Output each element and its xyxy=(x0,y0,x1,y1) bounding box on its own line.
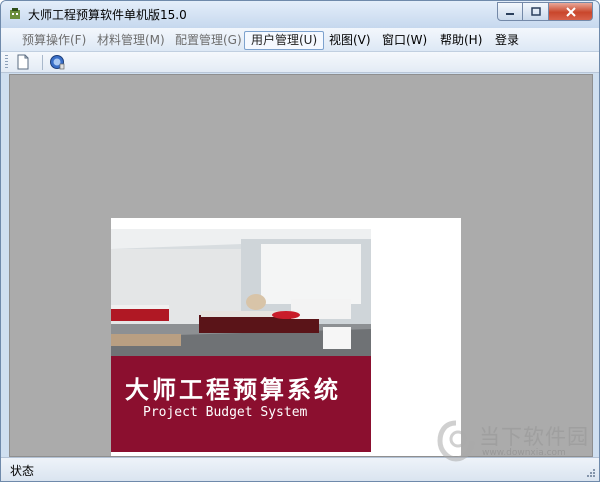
help-about-icon[interactable] xyxy=(49,54,65,70)
new-document-icon[interactable] xyxy=(15,54,31,70)
menu-user-management[interactable]: 用户管理(U) xyxy=(244,31,325,50)
status-text: 状态 xyxy=(10,464,35,478)
minimize-button[interactable] xyxy=(497,2,523,21)
title-bar[interactable]: 大师工程预算软件单机版15.0 xyxy=(1,1,599,28)
splash-panel: 大师工程预算系统 Project Budget System xyxy=(111,218,461,456)
menu-window[interactable]: 窗口(W) xyxy=(375,31,434,50)
minimize-icon xyxy=(506,12,514,15)
splash-banner: 大师工程预算系统 Project Budget System xyxy=(111,356,371,452)
toolbar-separator xyxy=(42,55,43,70)
toolbar-grip[interactable] xyxy=(5,55,8,70)
maximize-icon xyxy=(530,7,541,16)
menu-help[interactable]: 帮助(H) xyxy=(433,31,489,50)
app-icon xyxy=(10,8,20,19)
menu-material-management[interactable]: 材料管理(M) xyxy=(90,31,172,50)
main-window: 大师工程预算软件单机版15.0 预算操作(F) 材料管理(M) 配置管理(G) … xyxy=(0,0,600,482)
menu-budget-operation[interactable]: 预算操作(F) xyxy=(15,31,93,50)
mdi-client-area[interactable]: 大师工程预算系统 Project Budget System xyxy=(9,74,593,457)
menu-login[interactable]: 登录 xyxy=(488,31,526,50)
window-controls xyxy=(497,2,593,21)
status-bar: 状态 xyxy=(1,457,599,481)
menu-bar: 预算操作(F) 材料管理(M) 配置管理(G) 用户管理(U) 视图(V) 窗口… xyxy=(1,28,599,52)
splash-interior-photo xyxy=(111,229,371,356)
close-icon xyxy=(565,6,576,17)
maximize-button[interactable] xyxy=(523,2,549,21)
toolbar xyxy=(1,52,599,73)
resize-grip-icon[interactable] xyxy=(586,468,596,478)
close-button[interactable] xyxy=(549,2,593,21)
menu-config-management[interactable]: 配置管理(G) xyxy=(168,31,249,50)
window-title: 大师工程预算软件单机版15.0 xyxy=(28,8,187,22)
splash-subtitle: Project Budget System xyxy=(143,405,308,420)
splash-title: 大师工程预算系统 xyxy=(125,375,341,404)
menu-view[interactable]: 视图(V) xyxy=(322,31,378,50)
